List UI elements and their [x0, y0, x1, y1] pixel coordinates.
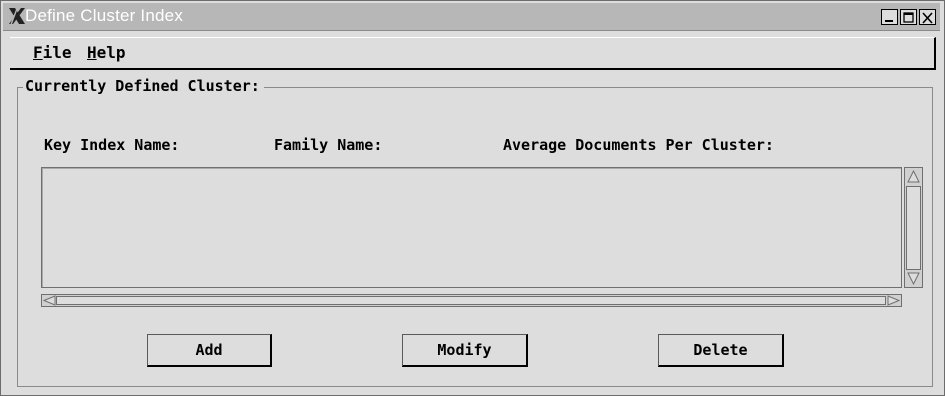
scroll-up-arrow-icon[interactable]	[907, 170, 920, 184]
menu-help-mnemonic: H	[87, 43, 97, 62]
menu-help[interactable]: Help	[87, 43, 126, 62]
group-label: Currently Defined Cluster:	[23, 77, 264, 95]
menu-file-mnemonic: F	[33, 43, 43, 62]
x-logo-icon	[9, 8, 25, 24]
menu-file-rest: ile	[42, 43, 72, 62]
horizontal-scroll-thumb[interactable]	[56, 296, 886, 305]
minimize-button[interactable]	[881, 9, 898, 25]
menu-help-rest: elp	[96, 43, 126, 62]
maximize-button[interactable]	[900, 9, 917, 25]
close-button[interactable]	[919, 9, 936, 25]
menu-file[interactable]: File	[33, 43, 72, 62]
column-key-index-name: Key Index Name:	[44, 136, 180, 154]
minimize-icon	[885, 20, 893, 22]
menu-bar: File Help	[10, 37, 936, 70]
cluster-list[interactable]	[41, 167, 902, 288]
maximize-icon	[903, 12, 914, 23]
modify-button[interactable]: Modify	[402, 334, 528, 367]
column-average-documents: Average Documents Per Cluster:	[503, 136, 774, 154]
scroll-down-arrow-icon[interactable]	[907, 271, 920, 285]
add-button[interactable]: Add	[147, 334, 272, 367]
horizontal-scrollbar[interactable]	[41, 294, 902, 307]
window-title: Define Cluster Index	[25, 6, 184, 25]
title-bar[interactable]: Define Cluster Index	[3, 3, 940, 31]
scroll-left-arrow-icon[interactable]	[43, 295, 56, 306]
vertical-scrollbar[interactable]	[904, 167, 923, 288]
define-cluster-index-window: Define Cluster Index File Help Currently…	[0, 0, 945, 396]
close-icon	[922, 12, 933, 24]
scroll-right-arrow-icon[interactable]	[887, 295, 900, 306]
column-family-name: Family Name:	[274, 136, 383, 154]
delete-button[interactable]: Delete	[658, 334, 784, 367]
vertical-scroll-thumb[interactable]	[906, 186, 921, 270]
